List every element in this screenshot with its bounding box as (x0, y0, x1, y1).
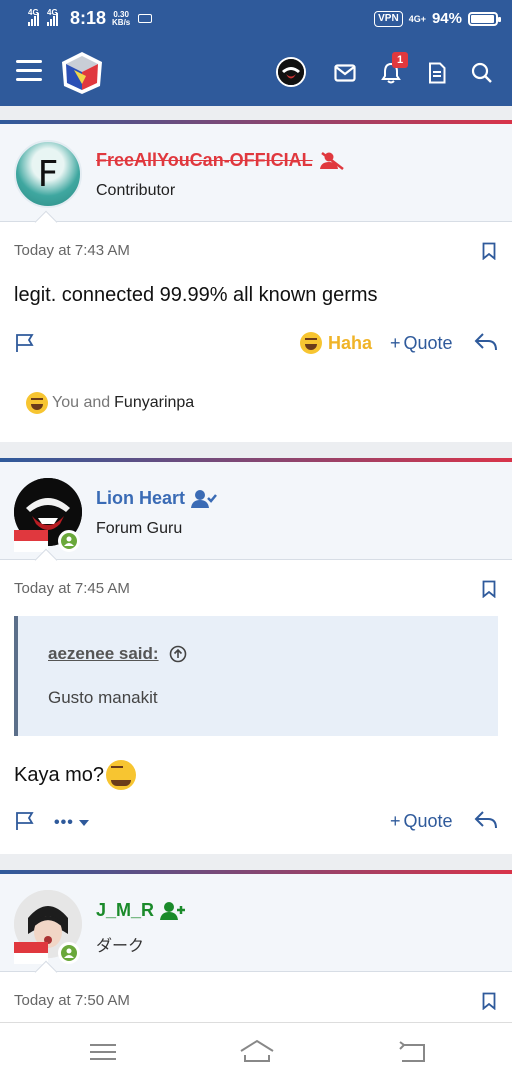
quote-button[interactable]: + Quote (390, 811, 453, 832)
avatar-letter: F (37, 153, 59, 195)
post-freeallyoucan: F FreeAllYouCan-OFFICIAL Contributor Tod… (0, 120, 512, 442)
site-logo[interactable] (60, 50, 104, 96)
battery-percent: 94% (431, 10, 462, 27)
system-navigation-bar (0, 1022, 512, 1080)
post-user-header: Lion Heart Forum Guru (0, 462, 512, 572)
post-username[interactable]: FreeAllYouCan-OFFICIAL (96, 150, 345, 171)
signal-icon: 4G (28, 8, 39, 26)
bookmark-icon[interactable] (482, 992, 496, 1010)
username-text: Lion Heart (96, 488, 186, 508)
post-time[interactable]: Today at 7:43 AM (14, 242, 130, 259)
laughing-emoji-icon (26, 392, 48, 414)
quote-author: aezenee said: (48, 644, 159, 663)
message-text: Kaya mo? (14, 763, 105, 786)
post-user-header: F FreeAllYouCan-OFFICIAL Contributor (0, 124, 512, 234)
network-type-3: 4G+ (408, 13, 426, 24)
post-time[interactable]: Today at 7:45 AM (14, 580, 130, 597)
verified-user-icon (191, 489, 217, 508)
plus-icon: + (390, 333, 401, 353)
more-options-button[interactable]: ••• (54, 814, 90, 832)
menu-icon[interactable] (16, 60, 42, 82)
report-flag-icon[interactable] (14, 810, 36, 832)
more-label: ••• (54, 814, 74, 831)
post-username[interactable]: Lion Heart (96, 488, 217, 509)
haha-label: Haha (328, 332, 373, 353)
reply-icon[interactable] (474, 810, 498, 830)
reactions-you: You and (52, 394, 111, 411)
post-jmr: J_M_R ダーク Today at 7:50 AM (0, 870, 512, 1022)
bookmark-icon[interactable] (482, 580, 496, 598)
user-title: ダーク (96, 938, 145, 955)
jump-to-quote-icon[interactable] (169, 645, 187, 663)
recent-apps-icon[interactable] (86, 1039, 120, 1065)
bookmark-icon[interactable] (482, 242, 496, 260)
username-text: J_M_R (96, 900, 155, 920)
post-message: legit. connected 99.99% all known germs (14, 284, 378, 306)
singapore-flag-icon (14, 530, 48, 552)
quote-block: aezenee said: Gusto manakit (14, 616, 498, 736)
user-plus-icon (160, 901, 186, 920)
post-actions: ••• + Quote (0, 808, 512, 836)
tears-of-joy-emoji-icon (106, 760, 137, 790)
quote-text: Gusto manakit (48, 688, 158, 707)
user-avatar[interactable] (276, 57, 306, 87)
quote-button[interactable]: + Quote (390, 333, 453, 354)
laughing-emoji-icon (300, 332, 322, 354)
back-icon[interactable] (396, 1039, 430, 1065)
post-message: Kaya mo? (14, 760, 137, 790)
caret-down-icon (78, 820, 89, 826)
reaction-summary[interactable]: You and Funyarinpa (26, 392, 194, 414)
document-icon[interactable] (422, 58, 452, 88)
bell-icon[interactable]: 1 (376, 52, 408, 88)
network-type-2: 4G (47, 7, 58, 17)
banned-user-icon (319, 151, 344, 170)
post-lion-heart: Lion Heart Forum Guru Today at 7:45 AM a… (0, 458, 512, 854)
report-flag-icon[interactable] (14, 332, 36, 354)
quote-label: Quote (403, 811, 453, 831)
haha-reaction-button[interactable]: Haha (300, 332, 372, 354)
online-status-icon (58, 942, 80, 964)
reply-icon[interactable] (474, 332, 498, 352)
battery-icon (468, 11, 501, 26)
quote-label: Quote (403, 333, 453, 353)
mail-icon[interactable] (330, 58, 360, 88)
clock: 8:18 (70, 8, 107, 28)
signal-icon-2: 4G (47, 8, 58, 26)
username-text: FreeAllYouCan-OFFICIAL (96, 150, 313, 170)
vpn-indicator: VPN (374, 10, 403, 27)
search-icon[interactable] (467, 58, 497, 88)
quote-author-link[interactable]: aezenee said: (48, 644, 187, 664)
post-username[interactable]: J_M_R (96, 900, 186, 921)
post-time[interactable]: Today at 7:50 AM (14, 992, 130, 1009)
notification-badge: 1 (392, 52, 408, 68)
online-status-icon (58, 530, 80, 552)
user-title: Contributor (96, 182, 176, 199)
reactions-name: Funyarinpa (114, 394, 195, 411)
speed-unit: KB/s (112, 17, 131, 27)
status-bar: 4G 4G 8:18 0.30 KB/s VPN 4G+ 94% (0, 0, 512, 40)
home-icon[interactable] (238, 1039, 276, 1065)
network-speed: 0.30 KB/s (112, 10, 131, 27)
singapore-flag-icon (14, 942, 48, 964)
post-user-header: J_M_R ダーク (0, 874, 512, 984)
app-header: 1 (0, 40, 512, 106)
plus-icon: + (390, 811, 401, 831)
user-avatar-f[interactable]: F (14, 140, 82, 208)
keyboard-icon (138, 14, 153, 23)
network-type: 4G (28, 7, 39, 17)
user-title: Forum Guru (96, 520, 183, 537)
post-actions: Haha + Quote (0, 330, 512, 358)
